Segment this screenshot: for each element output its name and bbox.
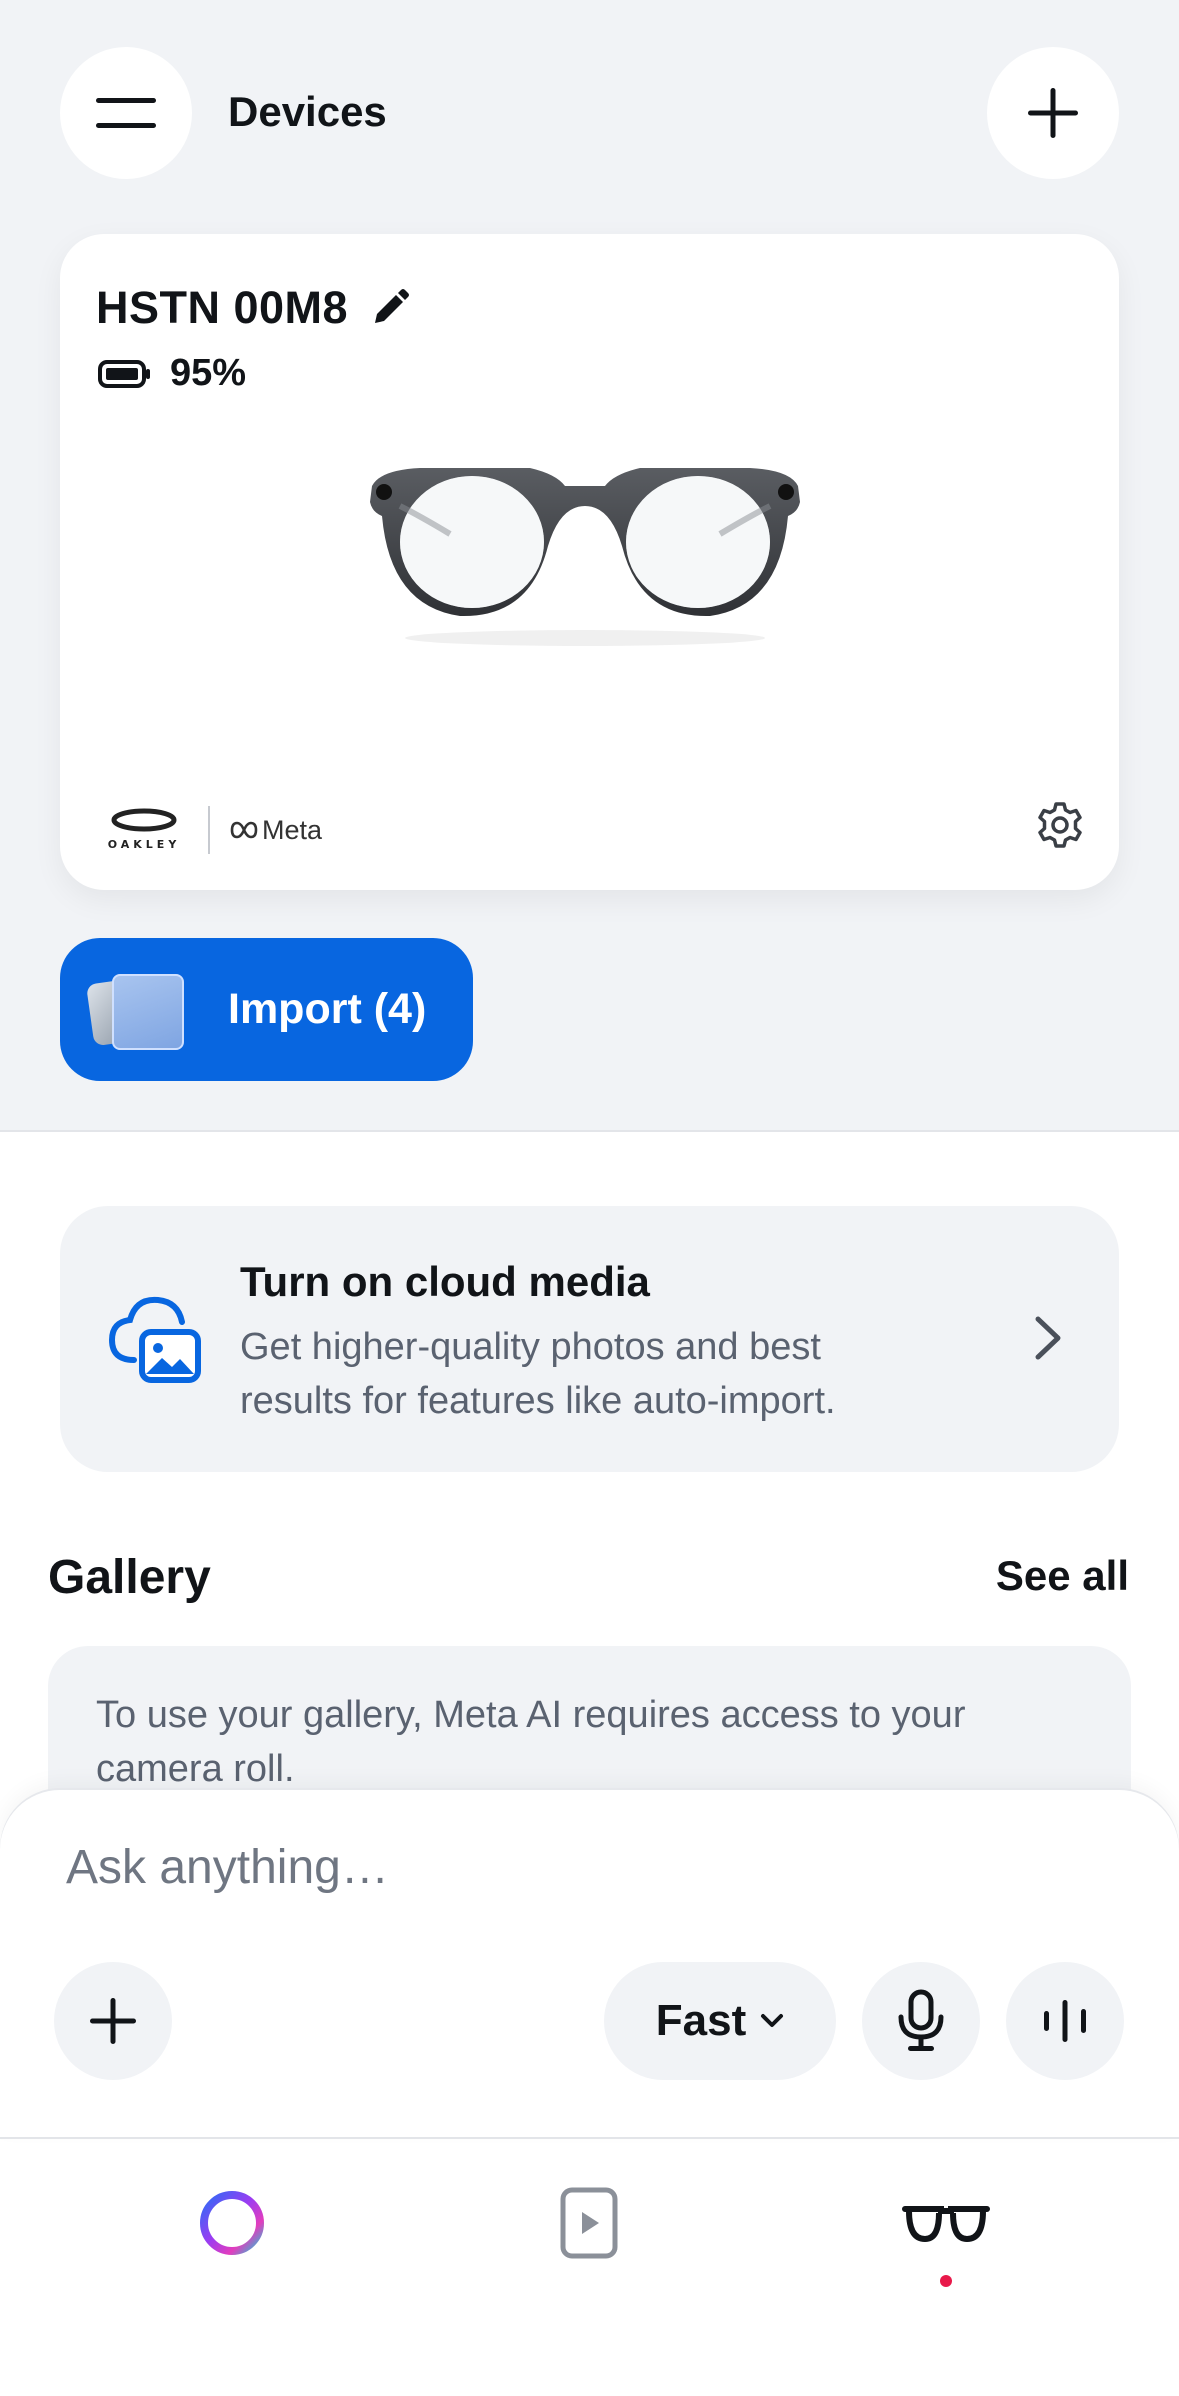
cloud-media-description: Get higher-quality photos and best resul… [240, 1326, 836, 1422]
cloud-media-title: Turn on cloud media [240, 1258, 650, 1305]
add-device-button[interactable] [987, 47, 1119, 179]
meta-logo: Meta [228, 815, 322, 846]
battery-icon [98, 359, 150, 388]
microphone-button[interactable] [862, 1962, 980, 2080]
plus-icon [1028, 88, 1078, 138]
import-thumbnail-front [112, 973, 184, 1050]
battery-percentage: 95% [170, 352, 247, 394]
tab-media[interactable] [534, 2178, 644, 2268]
tab-glasses[interactable] [891, 2178, 1001, 2268]
meta-logo-text: Meta [262, 814, 323, 845]
mode-label: Fast [655, 1996, 747, 2045]
battery-row: 95% [98, 352, 246, 395]
active-tab-indicator [940, 2275, 952, 2287]
cloud-media-card[interactable]: Turn on cloud media Get higher-quality p… [60, 1206, 1119, 1472]
media-play-icon [560, 2187, 618, 2259]
mode-selector[interactable]: Fast [604, 1962, 836, 2080]
device-name-row: HSTN 00M8 [96, 282, 410, 334]
brand-separator [208, 806, 210, 854]
import-thumbnails [86, 970, 190, 1050]
smart-glasses-image [370, 468, 800, 646]
brand-logos: OAKLEY Meta [94, 806, 322, 854]
chevron-down-icon [761, 2014, 784, 2027]
cloud-photo-icon [108, 1296, 201, 1383]
section-divider [0, 1130, 1179, 1132]
meta-ai-ring-icon [200, 2191, 264, 2255]
device-name: HSTN 00M8 [96, 282, 349, 333]
bottom-nav-divider [0, 2137, 1179, 2139]
chevron-right-icon [1035, 1316, 1061, 1360]
page-title: Devices [228, 88, 387, 135]
audio-bars-icon [1044, 2000, 1086, 2042]
oakley-logo: OAKLEY [108, 808, 181, 851]
device-card[interactable]: HSTN 00M8 95% OAKLEY Meta [60, 234, 1119, 890]
attach-button[interactable] [54, 1962, 172, 2080]
import-button[interactable]: Import (4) [60, 938, 473, 1081]
menu-button[interactable] [60, 47, 192, 179]
plus-icon [90, 1998, 136, 2044]
gallery-title: Gallery [48, 1551, 211, 1604]
see-all-link[interactable]: See all [996, 1552, 1129, 1600]
microphone-icon [898, 1989, 944, 2051]
meta-infinity-icon [230, 821, 258, 839]
tab-meta-ai[interactable] [177, 2178, 287, 2268]
glasses-icon [902, 2206, 990, 2243]
edit-pencil-icon[interactable] [370, 288, 410, 328]
hamburger-menu-icon [96, 98, 156, 128]
svg-text:OAKLEY: OAKLEY [108, 838, 181, 851]
voice-mode-button[interactable] [1006, 1962, 1124, 2080]
import-label: Import (4) [228, 985, 427, 1033]
ask-input[interactable] [66, 1832, 1066, 1902]
gallery-permission-message: To use your gallery, Meta AI requires ac… [96, 1694, 966, 1790]
gear-icon[interactable] [1035, 800, 1085, 850]
ask-composer: Fast [0, 1790, 1179, 2138]
